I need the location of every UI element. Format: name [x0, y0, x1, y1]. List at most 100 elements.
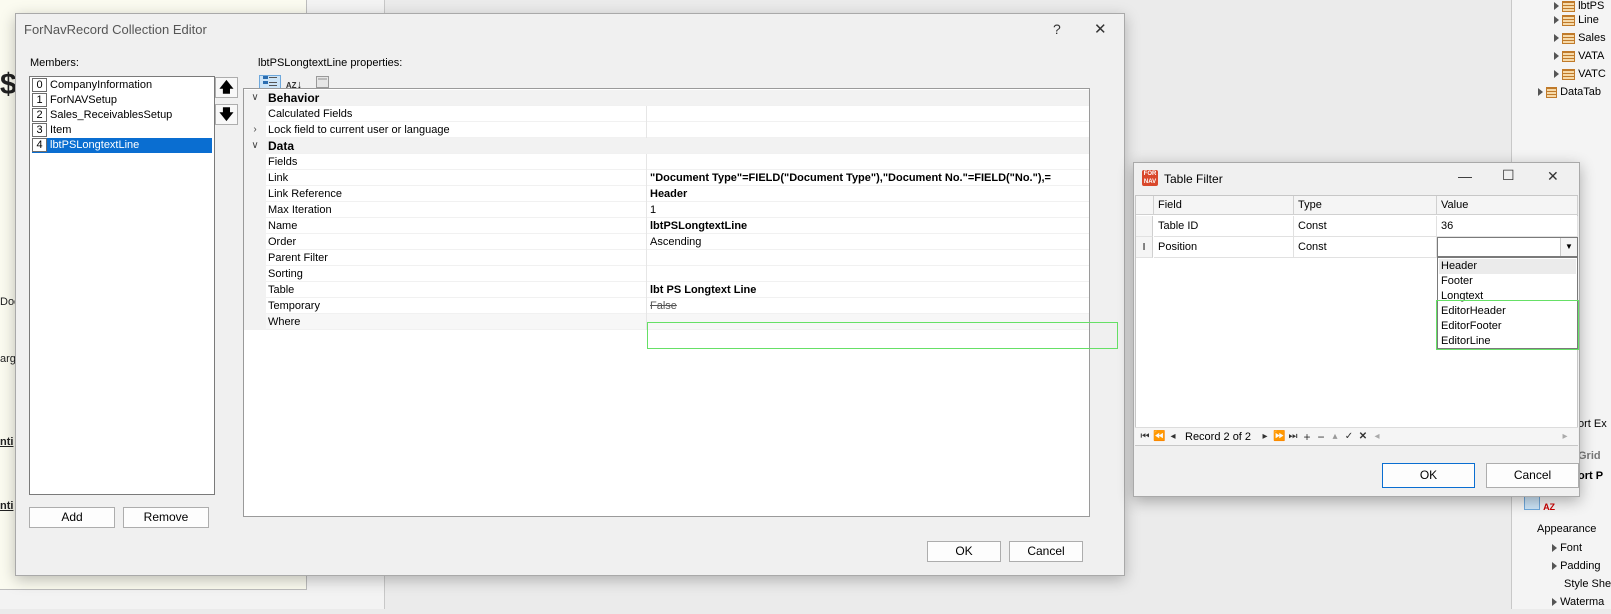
- record-navigator: ⏮ ⏪ ◂ Record 2 of 2 ▸ ⏩ ⏭ + − ▴ ✓ ✕ ◂ ▸: [1135, 427, 1578, 445]
- dialog-title: ForNavRecord Collection Editor: [24, 22, 207, 37]
- dropdown-arrow-icon[interactable]: ▼: [1560, 238, 1577, 256]
- edit-record-icon[interactable]: ▴: [1329, 428, 1341, 446]
- property-row[interactable]: Temporary False: [244, 298, 1089, 314]
- cancel-button[interactable]: Cancel: [1486, 463, 1579, 488]
- sort-alpha-icon[interactable]: AZ: [1543, 502, 1555, 512]
- property-row[interactable]: Table lbt PS Longtext Line: [244, 282, 1089, 298]
- table-icon: [1562, 32, 1576, 44]
- cell-field[interactable]: Table ID: [1154, 216, 1294, 237]
- move-down-button[interactable]: 🡇: [215, 104, 238, 125]
- ok-button[interactable]: OK: [927, 541, 1001, 562]
- properties-label: lbtPSLongtextLine properties:: [258, 57, 403, 69]
- remove-button[interactable]: Remove: [123, 507, 209, 528]
- dropdown-option[interactable]: Header: [1439, 259, 1576, 274]
- category-data[interactable]: ∨ Data: [244, 138, 1089, 154]
- move-up-button[interactable]: 🡅: [215, 77, 238, 98]
- value-dropdown[interactable]: ▼: [1437, 237, 1578, 257]
- property-row[interactable]: Padding: [1552, 560, 1611, 578]
- datatable-icon: [1546, 86, 1558, 98]
- tree-item[interactable]: Line: [1554, 14, 1611, 32]
- last-record-icon[interactable]: ⏭: [1287, 428, 1299, 446]
- table-icon: [1562, 50, 1576, 62]
- cell-type[interactable]: Const: [1294, 216, 1437, 237]
- list-item[interactable]: 1 ForNAVSetup: [32, 93, 212, 108]
- cell-value[interactable]: 36: [1437, 216, 1578, 237]
- property-row[interactable]: Style She: [1564, 578, 1611, 596]
- column-header-value[interactable]: Value: [1437, 196, 1578, 215]
- tree-item[interactable]: VATC: [1554, 68, 1611, 86]
- list-item[interactable]: 2 Sales_ReceivablesSetup: [32, 108, 212, 123]
- property-row[interactable]: Fields: [244, 154, 1089, 170]
- expand-icon: [1538, 88, 1543, 97]
- collapse-icon[interactable]: ∨: [244, 90, 266, 106]
- expand-icon: [1552, 562, 1557, 571]
- members-list[interactable]: 0 CompanyInformation 1 ForNAVSetup 2 Sales_…: [29, 76, 215, 495]
- dialog-title: Table Filter: [1164, 172, 1223, 186]
- property-row[interactable]: Calculated Fields: [244, 106, 1089, 122]
- property-row[interactable]: Max Iteration 1: [244, 202, 1089, 218]
- tree-item[interactable]: DataTab: [1538, 86, 1611, 104]
- list-item-selected[interactable]: 4 lbtPSLongtextLine: [32, 138, 212, 153]
- list-item[interactable]: 3 Item: [32, 123, 212, 138]
- cell-type[interactable]: Const: [1294, 237, 1437, 258]
- table-icon: [1562, 68, 1576, 80]
- delete-record-icon[interactable]: −: [1315, 428, 1327, 446]
- collapse-icon[interactable]: ∨: [244, 138, 266, 154]
- expand-icon: [1554, 2, 1559, 11]
- expand-icon: [1554, 70, 1559, 79]
- prev-page-icon[interactable]: ⏪: [1153, 428, 1165, 446]
- property-row[interactable]: Link "Document Type"=FIELD("Document Type…: [244, 170, 1089, 186]
- next-page-icon[interactable]: ⏩: [1273, 428, 1285, 446]
- tree-item[interactable]: VATA: [1554, 50, 1611, 68]
- minimize-icon[interactable]: —: [1458, 168, 1472, 184]
- property-row[interactable]: Parent Filter: [244, 250, 1089, 266]
- help-icon[interactable]: ?: [1053, 21, 1061, 37]
- property-grid[interactable]: ∨ Behavior Calculated Fields › Lock field …: [243, 88, 1090, 517]
- confirm-icon[interactable]: ✓: [1343, 428, 1355, 446]
- row-header-corner: [1136, 196, 1154, 215]
- ok-button[interactable]: OK: [1382, 463, 1475, 488]
- add-button[interactable]: Add: [29, 507, 115, 528]
- property-row[interactable]: Waterma: [1552, 596, 1611, 614]
- close-icon[interactable]: ✕: [1547, 168, 1559, 185]
- highlight-box: [647, 322, 1118, 349]
- property-row[interactable]: Font: [1552, 542, 1611, 560]
- list-item[interactable]: 0 CompanyInformation: [32, 78, 212, 93]
- members-label: Members:: [30, 57, 79, 69]
- property-row[interactable]: Name lbtPSLongtextLine: [244, 218, 1089, 234]
- cancel-button[interactable]: Cancel: [1009, 541, 1083, 562]
- scroll-right-icon[interactable]: ▸: [1559, 428, 1571, 446]
- property-row[interactable]: Sorting: [244, 266, 1089, 282]
- panel-tab[interactable]: Grid: [1578, 450, 1611, 468]
- table-icon: [1562, 0, 1576, 12]
- scroll-left-icon[interactable]: ◂: [1371, 428, 1383, 446]
- close-icon[interactable]: ✕: [1094, 20, 1107, 38]
- category-behavior[interactable]: ∨ Behavior: [244, 90, 1089, 106]
- property-row[interactable]: › Lock field to current user or language: [244, 122, 1089, 138]
- cancel-edit-icon[interactable]: ✕: [1357, 428, 1369, 446]
- expand-icon: [1554, 16, 1559, 25]
- panel-tab[interactable]: ort P: [1578, 470, 1611, 488]
- fornav-app-icon: FOR NAV: [1142, 170, 1158, 186]
- property-row[interactable]: Link Reference Header: [244, 186, 1089, 202]
- property-row[interactable]: Order Ascending: [244, 234, 1089, 250]
- add-record-icon[interactable]: +: [1301, 428, 1313, 446]
- tree-item[interactable]: Sales: [1554, 32, 1611, 50]
- panel-tab[interactable]: ort Ex: [1578, 418, 1611, 436]
- categorized-icon[interactable]: [1524, 496, 1540, 510]
- maximize-icon[interactable]: ☐: [1502, 167, 1515, 184]
- dropdown-option[interactable]: Footer: [1439, 274, 1576, 289]
- row-indicator: [1136, 216, 1153, 237]
- column-header-type[interactable]: Type: [1294, 196, 1437, 215]
- column-header-field[interactable]: Field: [1154, 196, 1294, 215]
- edit-row-indicator: I: [1136, 237, 1153, 258]
- record-counter: Record 2 of 2: [1185, 431, 1252, 443]
- highlight-box: [1436, 300, 1579, 350]
- panel-toolbar: AZ: [1524, 496, 1611, 514]
- expand-icon[interactable]: ›: [244, 122, 266, 138]
- cell-field[interactable]: Position: [1154, 237, 1294, 258]
- next-record-icon[interactable]: ▸: [1259, 428, 1271, 446]
- first-record-icon[interactable]: ⏮: [1139, 428, 1151, 446]
- expand-icon: [1554, 52, 1559, 61]
- prev-record-icon[interactable]: ◂: [1167, 428, 1179, 446]
